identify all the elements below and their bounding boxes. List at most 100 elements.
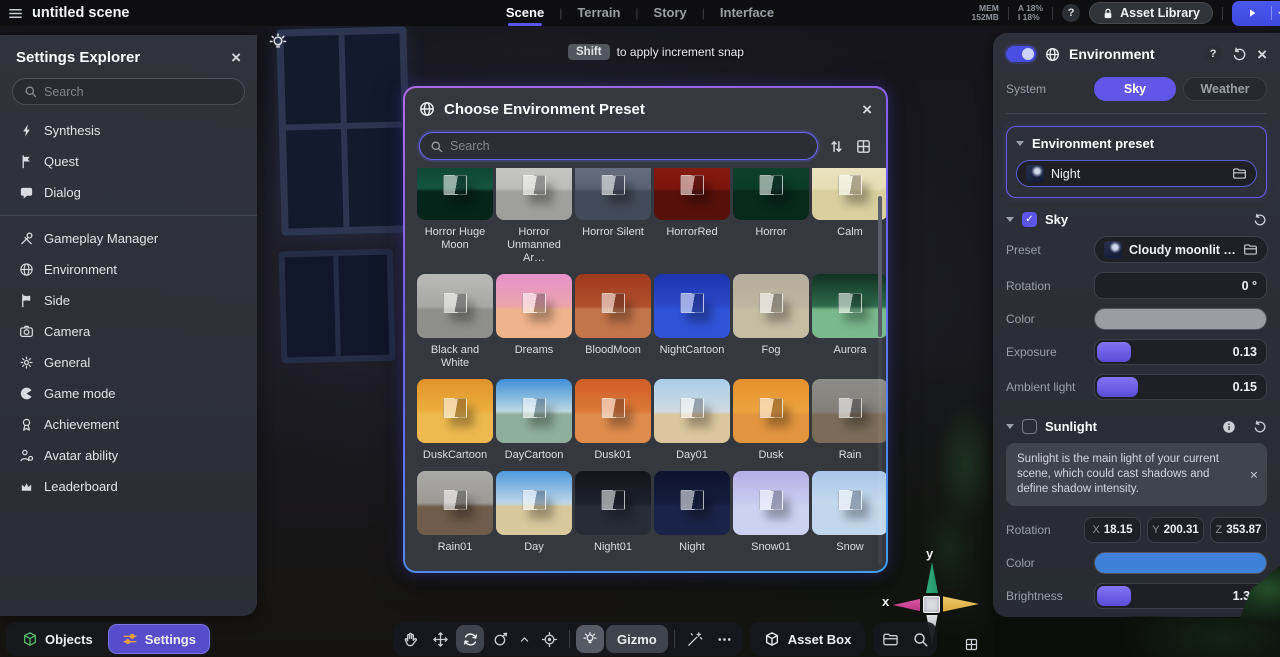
grid-snap-icon[interactable] [964, 637, 979, 652]
preset-card-horror-huge-moon[interactable]: Horror Huge Moon [417, 168, 493, 265]
preset-card-calm[interactable]: Calm [812, 168, 886, 265]
preset-card-snow01[interactable]: Snow01 [733, 471, 809, 554]
preset-thumbnail[interactable] [733, 379, 809, 443]
preset-thumbnail[interactable] [575, 379, 651, 443]
help-icon[interactable]: ? [1062, 4, 1080, 22]
preset-search-input[interactable] [419, 132, 818, 160]
collapse-icon[interactable] [1006, 424, 1014, 429]
preset-card-horrorred[interactable]: HorrorRed [654, 168, 730, 265]
preset-card-fog[interactable]: Fog [733, 274, 809, 370]
tab-interface[interactable]: Interface [718, 0, 776, 26]
preset-thumbnail[interactable] [654, 168, 730, 220]
preset-card-nightcartoon[interactable]: NightCartoon [654, 274, 730, 370]
preset-thumbnail[interactable] [812, 471, 886, 535]
help-icon[interactable]: ? [1204, 45, 1222, 63]
tab-terrain[interactable]: Terrain [575, 0, 622, 26]
reset-icon[interactable] [1232, 47, 1247, 62]
preset-card-black-and-white[interactable]: Black and White [417, 274, 493, 370]
sidebar-item-general[interactable]: General [0, 347, 257, 378]
z-axis-handle[interactable] [943, 594, 979, 614]
reset-icon[interactable] [1253, 213, 1267, 227]
sky-preset-field[interactable]: Cloudy moonlit … [1094, 236, 1268, 263]
collapse-icon[interactable] [1016, 141, 1024, 146]
preset-card-day01[interactable]: Day01 [654, 379, 730, 462]
sidebar-item-quest[interactable]: Quest [0, 146, 257, 177]
close-icon[interactable]: × [862, 101, 872, 118]
preset-thumbnail[interactable] [575, 168, 651, 220]
preset-thumbnail[interactable] [417, 168, 493, 220]
preset-card-duskcartoon[interactable]: DuskCartoon [417, 379, 493, 462]
magic-wand-icon[interactable] [681, 625, 709, 653]
preset-thumbnail[interactable] [496, 274, 572, 338]
preset-thumbnail[interactable] [733, 168, 809, 220]
preset-thumbnail[interactable] [654, 379, 730, 443]
sort-icon[interactable] [828, 138, 845, 155]
search-icon[interactable] [906, 625, 934, 653]
sidebar-item-side[interactable]: Side [0, 285, 257, 316]
preset-card-night[interactable]: Night [654, 471, 730, 554]
y-axis-handle[interactable] [922, 562, 942, 593]
sunlight-checkbox[interactable] [1022, 419, 1037, 434]
scrollbar[interactable] [878, 172, 882, 565]
tab-story[interactable]: Story [652, 0, 689, 26]
ambient-light-slider[interactable]: 0.15 [1094, 374, 1267, 400]
sidebar-item-dialog[interactable]: Dialog [0, 177, 257, 208]
sidebar-item-achievement[interactable]: Achievement [0, 409, 257, 440]
menu-icon[interactable] [0, 0, 30, 26]
rotation-x-field[interactable]: X 18.15 [1084, 517, 1141, 543]
rotate-tool-icon[interactable] [456, 625, 484, 653]
sidebar-item-avatar-ability[interactable]: Avatar ability [0, 440, 257, 471]
orbit-tool-icon[interactable] [486, 625, 514, 653]
pan-tool-icon[interactable] [396, 625, 424, 653]
preset-thumbnail[interactable] [417, 274, 493, 338]
preset-thumbnail[interactable] [654, 471, 730, 535]
play-button[interactable] [1232, 1, 1280, 26]
collapse-icon[interactable] [1006, 217, 1014, 222]
tab-scene[interactable]: Scene [504, 0, 546, 26]
brightness-slider[interactable]: 1.31 [1094, 583, 1267, 609]
preset-card-snow[interactable]: Snow [812, 471, 886, 554]
close-icon[interactable]: × [231, 49, 241, 66]
close-icon[interactable]: × [1250, 467, 1258, 482]
preset-card-daycartoon[interactable]: DayCartoon [496, 379, 572, 462]
preset-card-night01[interactable]: Night01 [575, 471, 651, 554]
scene-light-gizmo-icon[interactable] [268, 32, 288, 52]
preset-card-day[interactable]: Day [496, 471, 572, 554]
sidebar-item-synthesis[interactable]: Synthesis [0, 115, 257, 146]
preset-card-dusk01[interactable]: Dusk01 [575, 379, 651, 462]
preset-card-horror-unmanned-ar-[interactable]: Horror Unmanned Ar… [496, 168, 572, 265]
tab-sky[interactable]: Sky [1094, 77, 1176, 101]
preset-card-bloodmoon[interactable]: BloodMoon [575, 274, 651, 370]
chevron-up-icon[interactable] [516, 625, 533, 653]
focus-tool-icon[interactable] [535, 625, 563, 653]
preset-thumbnail[interactable] [496, 471, 572, 535]
preset-card-dreams[interactable]: Dreams [496, 274, 572, 370]
more-options-icon[interactable] [711, 625, 739, 653]
rotation-z-field[interactable]: Z 353.87 [1210, 517, 1267, 543]
preset-thumbnail[interactable] [496, 379, 572, 443]
preset-card-horror[interactable]: Horror [733, 168, 809, 265]
sidebar-item-leaderboard[interactable]: Leaderboard [0, 471, 257, 502]
folder-icon[interactable] [1232, 166, 1247, 181]
rotation-y-field[interactable]: Y 200.31 [1147, 517, 1204, 543]
sidebar-item-environment[interactable]: Environment [0, 254, 257, 285]
folder-icon[interactable] [1243, 242, 1258, 257]
sidebar-item-camera[interactable]: Camera [0, 316, 257, 347]
sky-checkbox[interactable]: ✓ [1022, 212, 1037, 227]
environment-toggle[interactable] [1006, 46, 1036, 62]
sky-color-swatch[interactable] [1094, 308, 1267, 330]
settings-button[interactable]: Settings [109, 625, 209, 653]
exposure-slider[interactable]: 0.13 [1094, 339, 1267, 365]
preset-card-aurora[interactable]: Aurora [812, 274, 886, 370]
sidebar-item-gameplay-manager[interactable]: Gameplay Manager [0, 223, 257, 254]
x-axis-handle[interactable] [893, 597, 920, 613]
preset-thumbnail[interactable] [812, 168, 886, 220]
environment-preset-field[interactable]: Night [1016, 160, 1257, 187]
sidebar-item-game-mode[interactable]: Game mode [0, 378, 257, 409]
preset-card-horror-silent[interactable]: Horror Silent [575, 168, 651, 265]
preset-card-dusk[interactable]: Dusk [733, 379, 809, 462]
objects-button[interactable]: Objects [9, 625, 106, 653]
sun-color-swatch[interactable] [1094, 552, 1267, 574]
asset-box-button[interactable]: Asset Box [750, 622, 866, 656]
reset-icon[interactable] [1253, 420, 1267, 434]
